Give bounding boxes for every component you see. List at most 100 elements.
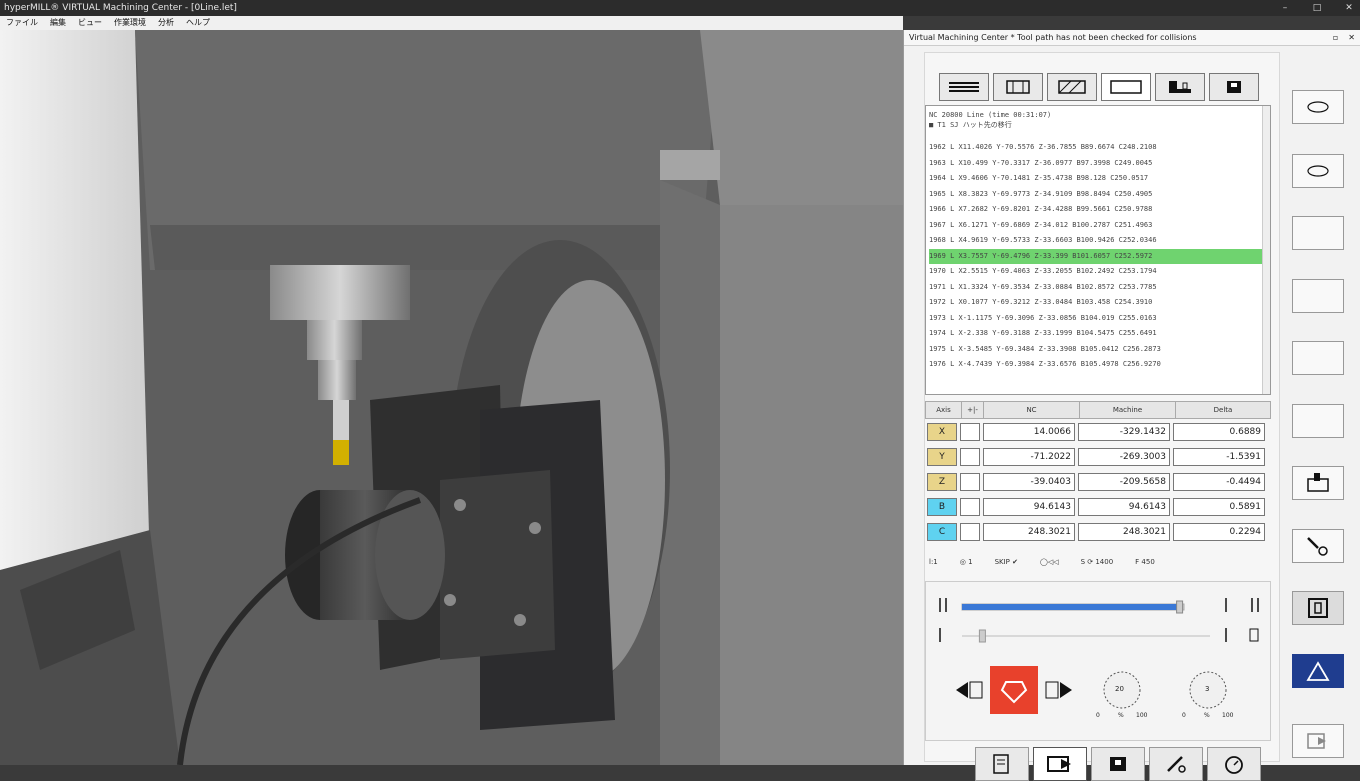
- machine-icon: [1006, 80, 1030, 94]
- nc-line[interactable]: 1970 L X2.5515 Y-69.4063 Z-33.2055 B102.…: [929, 264, 1267, 280]
- status-skip[interactable]: SKIP ✔: [995, 558, 1018, 566]
- minimize-icon[interactable]: –: [1280, 0, 1290, 16]
- menu-view[interactable]: ビュー: [78, 16, 102, 30]
- range-thumb[interactable]: [978, 629, 986, 643]
- nc-line[interactable]: 1967 L X6.1271 Y-69.6869 Z-34.012 B100.2…: [929, 218, 1267, 234]
- nc-code-list[interactable]: NC 20800 Line (time 00:31:07) ■ T1 SJ ハッ…: [925, 105, 1271, 395]
- side-button-4[interactable]: [1292, 279, 1344, 313]
- maximize-icon[interactable]: □: [1312, 0, 1322, 16]
- nc-line[interactable]: 1973 L X-1.1175 Y-69.3096 Z-33.0856 B104…: [929, 311, 1267, 327]
- panel-float-icon[interactable]: ▫: [1333, 30, 1338, 46]
- axis-sign-box[interactable]: [960, 497, 980, 516]
- tab-machine[interactable]: [993, 73, 1043, 101]
- nc-line[interactable]: 1964 L X9.4606 Y-70.1481 Z-35.4738 B98.1…: [929, 171, 1267, 187]
- speed-dial-unit: %: [1118, 712, 1124, 719]
- panel-close-icon[interactable]: ✕: [1348, 30, 1355, 46]
- rotate-view-button[interactable]: [1292, 90, 1344, 124]
- view-tabs: [939, 73, 1259, 101]
- axes-header-machine: Machine: [1080, 402, 1176, 418]
- export-arrow-icon: [1047, 756, 1071, 772]
- nc-list-icon: [949, 82, 979, 92]
- nc-line[interactable]: 1972 L X0.1077 Y-69.3212 Z-33.0484 B103.…: [929, 295, 1267, 311]
- axis-sign-box[interactable]: [960, 472, 980, 491]
- axis-label[interactable]: Y: [927, 447, 957, 466]
- nc-line[interactable]: 1962 L X11.4026 Y-70.5576 Z-36.7855 B89.…: [929, 140, 1267, 156]
- nc-line[interactable]: 1976 L X-4.7439 Y-69.3984 Z-33.6576 B105…: [929, 357, 1267, 373]
- axis-row-c: C 248.3021 248.3021 0.2294: [925, 519, 1271, 544]
- machine-setup-icon: [1307, 473, 1329, 492]
- bookmark-icon[interactable]: [1249, 628, 1259, 642]
- side-button-6[interactable]: [1292, 404, 1344, 438]
- machine-part-button[interactable]: [1091, 747, 1145, 781]
- axis-row-y: Y -71.2022 -269.3003 -1.5391: [925, 444, 1271, 469]
- report-icon: [993, 754, 1009, 774]
- status-tool: ◎ 1: [959, 558, 973, 566]
- axis-machine-value: -269.3003: [1078, 447, 1170, 466]
- axis-label[interactable]: C: [927, 522, 957, 541]
- start-icon[interactable]: [939, 598, 947, 612]
- stop-button[interactable]: [990, 666, 1038, 714]
- rotate-view-2-button[interactable]: [1292, 154, 1344, 188]
- clamp-view-button[interactable]: [1292, 591, 1344, 625]
- tab-table[interactable]: [1155, 73, 1205, 101]
- tab-nc-list[interactable]: [939, 73, 989, 101]
- axes-header-delta: Delta: [1213, 406, 1233, 414]
- step-play-icon[interactable]: [1045, 681, 1072, 699]
- menu-workspace[interactable]: 作業環境: [114, 16, 146, 30]
- step-end-icon[interactable]: [1251, 598, 1259, 612]
- axis-sign-box[interactable]: [960, 522, 980, 541]
- nc-line[interactable]: 1965 L X8.3823 Y-69.9773 Z-34.9109 B98.8…: [929, 187, 1267, 203]
- tab-blank[interactable]: [1101, 73, 1151, 101]
- nc-line[interactable]: 1971 L X1.3324 Y-69.3534 Z-33.0884 B102.…: [929, 280, 1267, 296]
- nc-line[interactable]: 1975 L X-3.5485 Y-69.3484 Z-33.3908 B105…: [929, 342, 1267, 358]
- override-dial-min: 0: [1182, 712, 1186, 719]
- nc-line-current[interactable]: 1969 L X3.7557 Y-69.4796 Z-33.399 B101.6…: [929, 248, 1267, 264]
- exit-button[interactable]: [1292, 724, 1344, 758]
- axis-sign-box[interactable]: [960, 422, 980, 441]
- tab-part[interactable]: [1209, 73, 1259, 101]
- machine-setup-button[interactable]: [1292, 466, 1344, 500]
- menu-edit[interactable]: 編集: [50, 16, 66, 30]
- axis-label[interactable]: X: [927, 422, 957, 441]
- close-icon[interactable]: ✕: [1344, 0, 1354, 16]
- 3d-viewport[interactable]: [0, 30, 903, 765]
- report-button[interactable]: [975, 747, 1029, 781]
- timer-button[interactable]: [1207, 747, 1261, 781]
- menu-analysis[interactable]: 分析: [158, 16, 174, 30]
- nc-list-scrollbar[interactable]: [1262, 106, 1270, 394]
- nc-line[interactable]: 1963 L X10.499 Y-70.3317 Z-36.0977 B97.3…: [929, 156, 1267, 172]
- stopwatch-icon: [1225, 756, 1243, 774]
- axis-delta-value: -0.4494: [1173, 472, 1265, 491]
- nc-header-line2: ■ T1 SJ ハット先の移行: [929, 121, 1012, 129]
- nc-line[interactable]: 1974 L X-2.338 Y-69.3188 Z-33.1999 B104.…: [929, 326, 1267, 342]
- override-dial-max: 100: [1222, 712, 1234, 719]
- tools-icon: [1167, 756, 1186, 773]
- export-button[interactable]: [1033, 747, 1087, 781]
- axis-label[interactable]: B: [927, 497, 957, 516]
- progress-thumb[interactable]: [1176, 600, 1184, 614]
- axes-header-nc: NC: [984, 402, 1080, 418]
- axis-sign-box[interactable]: [960, 447, 980, 466]
- bottom-toolbar: [975, 747, 1261, 781]
- nc-line[interactable]: 1968 L X4.9619 Y-69.5733 Z-33.6603 B100.…: [929, 233, 1267, 249]
- axis-row-z: Z -39.0403 -209.5658 -0.4494: [925, 469, 1271, 494]
- tab-stock[interactable]: [1047, 73, 1097, 101]
- axes-header: Axis +|- NC Machine Delta: [925, 401, 1271, 419]
- warning-button[interactable]: [1292, 654, 1344, 688]
- axis-label[interactable]: Z: [927, 472, 957, 491]
- step-back-icon[interactable]: [956, 681, 983, 699]
- menu-file[interactable]: ファイル: [6, 16, 38, 30]
- axis-nc-value: 94.6143: [983, 497, 1075, 516]
- rotate-icon: [1307, 101, 1329, 113]
- axis-nc-value: -71.2022: [983, 447, 1075, 466]
- side-button-3[interactable]: [1292, 216, 1344, 250]
- nc-line[interactable]: 1966 L X7.2682 Y-69.8201 Z-34.4288 B99.5…: [929, 202, 1267, 218]
- nc-header-line1: NC 20800 Line (time 00:31:07): [929, 111, 1052, 119]
- status-line: l:1: [929, 558, 938, 566]
- side-button-5[interactable]: [1292, 341, 1344, 375]
- settings-button[interactable]: [1292, 529, 1344, 563]
- progress-fill: [962, 604, 1180, 610]
- axes-header-axis: Axis: [926, 402, 962, 418]
- tools-button[interactable]: [1149, 747, 1203, 781]
- menu-help[interactable]: ヘルプ: [186, 16, 210, 30]
